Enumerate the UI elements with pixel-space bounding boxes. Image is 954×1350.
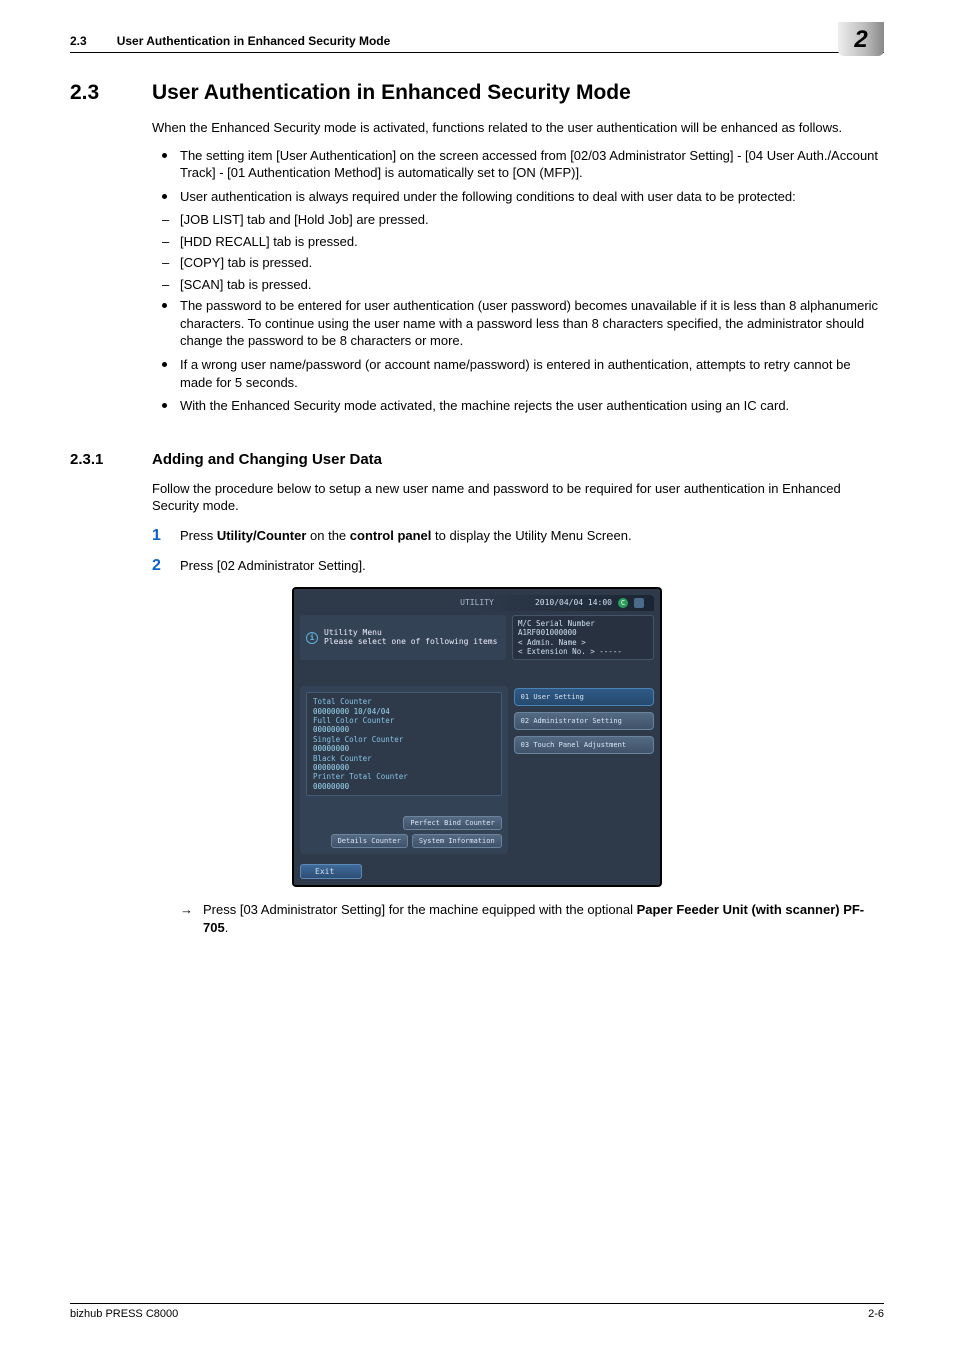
user-setting-button[interactable]: 01 User Setting — [514, 688, 654, 706]
perfect-bind-counter-button[interactable]: Perfect Bind Counter — [403, 816, 501, 830]
system-information-button[interactable]: System Information — [412, 834, 502, 848]
arrow-icon: → — [180, 901, 193, 936]
step-2: 2 Press [02 Administrator Setting]. — [152, 557, 884, 575]
arrow-note: → Press [03 Administrator Setting] for t… — [180, 901, 884, 936]
bullet-item: User authentication is always required u… — [152, 188, 884, 206]
step-text: Press [02 Administrator Setting]. — [180, 557, 366, 575]
subsection-intro: Follow the procedure below to setup a ne… — [152, 480, 884, 515]
section-intro: When the Enhanced Security mode is activ… — [152, 119, 884, 137]
subsection-heading: 2.3.1 Adding and Changing User Data — [70, 451, 884, 468]
chapter-badge: 2 — [838, 22, 884, 56]
details-counter-button[interactable]: Details Counter — [331, 834, 408, 848]
footer-product: bizhub PRESS C8000 — [70, 1308, 178, 1320]
step-1: 1 Press Utility/Counter on the control p… — [152, 527, 884, 545]
dash-item: [SCAN] tab is pressed. — [152, 276, 884, 294]
bullet-item: If a wrong user name/password (or accoun… — [152, 356, 884, 391]
ss-left-panel: Total Counter 00000000 10/04/04 Full Col… — [300, 686, 508, 854]
dash-item: [JOB LIST] tab and [Hold Job] are presse… — [152, 211, 884, 229]
ss-topbar-title: UTILITY — [460, 598, 494, 607]
section-title: User Authentication in Enhanced Security… — [152, 81, 631, 105]
header-section-title: User Authentication in Enhanced Security… — [117, 34, 884, 48]
bullet-item: The password to be entered for user auth… — [152, 297, 884, 350]
section-heading: 2.3 User Authentication in Enhanced Secu… — [70, 81, 884, 105]
arrow-text: Press [03 Administrator Setting] for the… — [203, 901, 884, 936]
ss-right-menu: 01 User Setting 02 Administrator Setting… — [514, 686, 654, 854]
bullet-item: With the Enhanced Security mode activate… — [152, 397, 884, 415]
subsection-title: Adding and Changing User Data — [152, 451, 382, 468]
step-number: 2 — [152, 557, 180, 575]
bullet-item: The setting item [User Authentication] o… — [152, 147, 884, 182]
printer-icon — [634, 598, 644, 608]
utility-menu-text: Utility Menu Please select one of follow… — [324, 629, 497, 647]
touch-panel-adjustment-button[interactable]: 03 Touch Panel Adjustment — [514, 736, 654, 754]
ss-topbar: UTILITY 2010/04/04 14:00 C — [300, 595, 654, 611]
page-footer: bizhub PRESS C8000 2-6 — [70, 1303, 884, 1320]
subsection-num: 2.3.1 — [70, 451, 152, 468]
ss-utility-menu-header: i Utility Menu Please select one of foll… — [300, 615, 506, 661]
footer-page: 2-6 — [868, 1308, 884, 1320]
header-section-num: 2.3 — [70, 34, 87, 48]
exit-button[interactable]: Exit — [300, 864, 362, 879]
step-text: Press Utility/Counter on the control pan… — [180, 527, 632, 545]
chapter-number: 2 — [854, 26, 867, 54]
status-icon: C — [618, 598, 628, 608]
dash-item: [HDD RECALL] tab is pressed. — [152, 233, 884, 251]
device-screenshot: UTILITY 2010/04/04 14:00 C i Utility Men… — [292, 587, 662, 887]
running-header: 2.3 User Authentication in Enhanced Secu… — [70, 30, 884, 53]
step-number: 1 — [152, 527, 180, 545]
administrator-setting-button[interactable]: 02 Administrator Setting — [514, 712, 654, 730]
counter-panel: Total Counter 00000000 10/04/04 Full Col… — [306, 692, 502, 796]
ss-datetime: 2010/04/04 14:00 — [535, 598, 612, 607]
dash-item: [COPY] tab is pressed. — [152, 254, 884, 272]
section-num: 2.3 — [70, 81, 152, 105]
info-icon: i — [306, 632, 318, 644]
ss-machine-info: M/C Serial Number A1RF001000000 < Admin.… — [512, 615, 654, 661]
